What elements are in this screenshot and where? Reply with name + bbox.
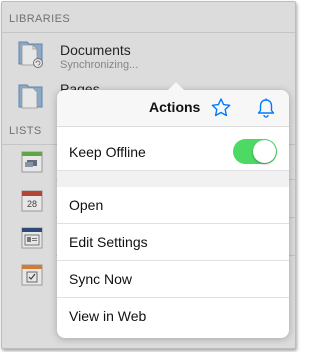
keep-offline-toggle[interactable] <box>233 139 277 164</box>
action-open[interactable]: Open <box>57 187 289 224</box>
keep-offline-label: Keep Offline <box>69 144 146 160</box>
keep-offline-row: Keep Offline <box>57 134 289 171</box>
sites-panel: LIBRARIES Documents Synchronizing... Pag… <box>1 1 296 349</box>
star-icon[interactable] <box>209 96 233 120</box>
section-spacer <box>57 171 289 187</box>
popover-title: Actions <box>149 99 201 115</box>
action-label: Open <box>69 197 104 213</box>
action-label: Sync Now <box>69 271 133 287</box>
action-sync-now[interactable]: Sync Now <box>57 261 289 298</box>
action-label: Edit Settings <box>69 234 148 250</box>
action-label: View in Web <box>69 308 147 324</box>
toggle-knob <box>253 140 276 163</box>
bell-icon[interactable] <box>254 96 278 120</box>
actions-popover: Actions Keep Offline Open Edit Settings … <box>57 82 289 338</box>
action-view-in-web[interactable]: View in Web <box>57 298 289 334</box>
action-edit-settings[interactable]: Edit Settings <box>57 224 289 261</box>
popover-header: Actions <box>57 90 289 127</box>
